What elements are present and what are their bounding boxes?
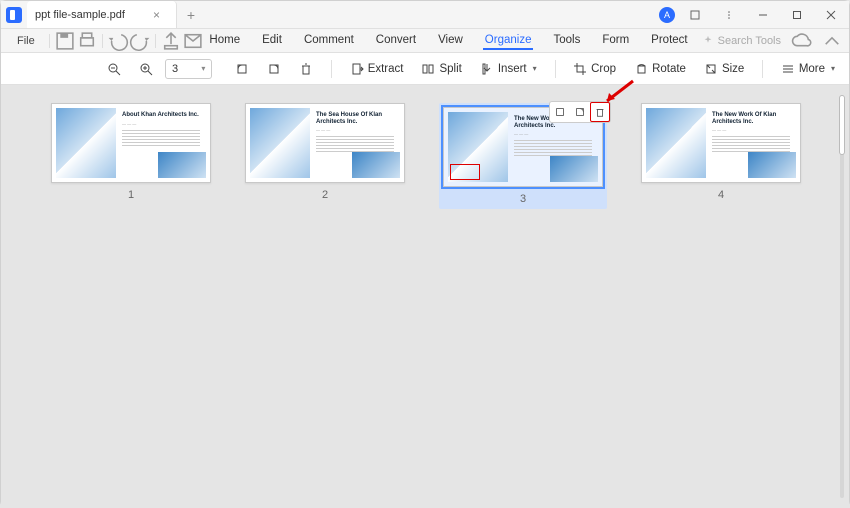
highlight-box xyxy=(450,164,480,180)
zoom-in-button[interactable] xyxy=(133,59,159,79)
save-icon[interactable] xyxy=(54,30,76,52)
menu-home[interactable]: Home xyxy=(207,32,242,50)
close-tab-icon[interactable]: × xyxy=(149,8,164,22)
quickbar: File Home Edit Comment Convert View Orga… xyxy=(1,29,849,53)
page-number-label: 1 xyxy=(128,189,134,201)
menu-comment[interactable]: Comment xyxy=(302,32,356,50)
page-thumbnail[interactable]: The New Work Of Klan Architects Inc. — —… xyxy=(641,103,801,209)
undo-icon[interactable] xyxy=(107,30,129,52)
user-avatar[interactable]: A xyxy=(659,7,675,23)
menu-edit[interactable]: Edit xyxy=(260,32,284,50)
mini-rotate-right-button[interactable] xyxy=(570,102,590,122)
rotate-right-button[interactable] xyxy=(261,59,287,79)
split-button[interactable]: Split xyxy=(415,59,467,79)
redo-icon[interactable] xyxy=(129,30,151,52)
menu-view[interactable]: View xyxy=(436,32,465,50)
kebab-menu-icon[interactable] xyxy=(715,1,743,29)
page-number-input[interactable]: 3 xyxy=(165,59,212,79)
cloud-icon[interactable] xyxy=(791,30,813,52)
minimize-button[interactable] xyxy=(749,1,777,29)
insert-button[interactable]: Insert▾ xyxy=(474,59,543,79)
size-button[interactable]: Size xyxy=(698,59,750,79)
upload-icon[interactable] xyxy=(160,30,182,52)
new-tab-button[interactable]: + xyxy=(177,1,205,28)
app-icon xyxy=(1,1,27,28)
delete-page-button[interactable] xyxy=(293,59,319,79)
main-menu: Home Edit Comment Convert View Organize … xyxy=(207,32,689,50)
chevron-down-icon: ▾ xyxy=(533,64,537,73)
titlebar: ppt file-sample.pdf × + A xyxy=(1,1,849,29)
slide-title: The Sea House Of Klan Architects Inc. xyxy=(316,112,394,125)
menu-convert[interactable]: Convert xyxy=(374,32,418,50)
menu-protect[interactable]: Protect xyxy=(649,32,689,50)
page-thumbnail[interactable]: The New Work Of Klan Architects Inc. — —… xyxy=(439,103,607,209)
document-tab[interactable]: ppt file-sample.pdf × xyxy=(27,1,177,28)
close-window-button[interactable] xyxy=(817,1,845,29)
mini-rotate-left-button[interactable] xyxy=(550,102,570,122)
vertical-scrollbar[interactable] xyxy=(837,85,847,508)
page-number-label: 3 xyxy=(520,193,526,205)
page-thumbnail-area: About Khan Architects Inc. — — — 1 The S… xyxy=(1,85,849,508)
slide-title: The New Work Of Klan Architects Inc. xyxy=(712,112,790,125)
menu-form[interactable]: Form xyxy=(600,32,631,50)
slide-title: About Khan Architects Inc. xyxy=(122,112,200,119)
organize-toolbar: 3 Extract Split Insert▾ Crop Rotate Size… xyxy=(1,53,849,85)
rotate-button[interactable]: Rotate xyxy=(628,59,692,79)
maximize-button[interactable] xyxy=(783,1,811,29)
print-icon[interactable] xyxy=(76,30,98,52)
sparkle-icon xyxy=(702,35,714,47)
window-share-icon[interactable] xyxy=(681,1,709,29)
callout-arrow xyxy=(599,79,635,112)
page-thumbnail[interactable]: About Khan Architects Inc. — — — 1 xyxy=(51,103,211,209)
extract-button[interactable]: Extract xyxy=(344,59,410,79)
crop-button[interactable]: Crop xyxy=(567,59,622,79)
search-placeholder: Search Tools xyxy=(718,35,781,47)
menu-tools[interactable]: Tools xyxy=(551,32,582,50)
page-number-label: 4 xyxy=(718,189,724,201)
zoom-out-button[interactable] xyxy=(101,59,127,79)
page-thumbnail[interactable]: The Sea House Of Klan Architects Inc. — … xyxy=(245,103,405,209)
tab-title: ppt file-sample.pdf xyxy=(35,9,125,21)
more-button[interactable]: More▾ xyxy=(775,59,841,79)
search-tools[interactable]: Search Tools xyxy=(702,35,781,47)
rotate-left-button[interactable] xyxy=(229,59,255,79)
mail-icon[interactable] xyxy=(182,30,204,52)
file-menu[interactable]: File xyxy=(7,35,45,47)
menu-organize[interactable]: Organize xyxy=(483,32,534,50)
page-number-label: 2 xyxy=(322,189,328,201)
scrollbar-handle[interactable] xyxy=(839,95,845,155)
collapse-ribbon-icon[interactable] xyxy=(821,30,843,52)
chevron-down-icon: ▾ xyxy=(831,64,835,73)
